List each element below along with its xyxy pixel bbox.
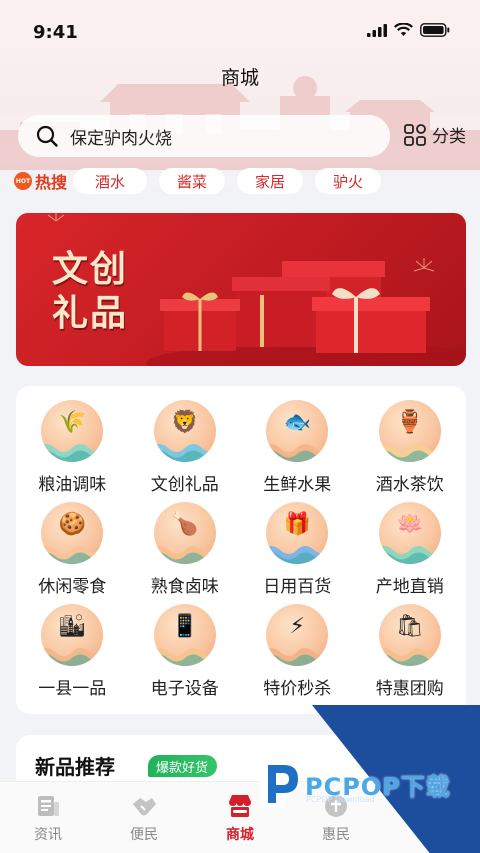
battery-icon bbox=[420, 23, 450, 37]
search-icon bbox=[36, 125, 58, 147]
fish-icon: 🐟 bbox=[266, 400, 329, 462]
phone-icon: 📱 bbox=[153, 604, 216, 666]
category-item[interactable]: 🎁 日用百货 bbox=[241, 502, 354, 604]
status-time: 9:41 bbox=[33, 22, 78, 43]
tab-label: 资讯 bbox=[34, 827, 62, 843]
hot-search-label: HOT 热搜 bbox=[14, 169, 67, 193]
status-bar: 9:41 bbox=[0, 0, 480, 64]
category-item[interactable]: 🍪 休闲零食 bbox=[16, 502, 129, 604]
category-label: 休闲零食 bbox=[38, 577, 107, 597]
wine-jar-icon: 🏺 bbox=[378, 400, 441, 462]
tab-news[interactable]: 资讯 bbox=[0, 782, 96, 853]
category-label: 特惠团购 bbox=[375, 679, 444, 699]
hot-tag-item[interactable]: 酱菜 bbox=[159, 168, 226, 194]
category-label: 酒水茶饮 bbox=[375, 475, 444, 495]
hot-fire-icon: HOT bbox=[14, 172, 32, 190]
category-item[interactable]: 🌾 粮油调味 bbox=[16, 400, 129, 502]
skyline-icon: 🏙 bbox=[41, 604, 104, 666]
gift-box-icon: 🎁 bbox=[266, 502, 329, 564]
news-icon bbox=[38, 796, 59, 816]
banner-title-line: 文创 bbox=[52, 249, 129, 290]
hot-goods-badge: 爆款好货 bbox=[148, 755, 218, 777]
grid-icon bbox=[404, 123, 426, 146]
category-item[interactable]: 📱 电子设备 bbox=[129, 604, 242, 706]
category-label: 文创礼品 bbox=[150, 475, 219, 495]
tab-label: 便民 bbox=[130, 827, 158, 843]
promo-banner[interactable]: 文创 礼品 bbox=[16, 213, 466, 366]
category-item[interactable]: ⚡ 特价秒杀 bbox=[241, 604, 354, 706]
handshake-icon bbox=[133, 798, 156, 816]
tab-convenience[interactable]: 便民 bbox=[96, 782, 192, 853]
lotus-icon: 🪷 bbox=[378, 502, 441, 564]
grain-oil-icon: 🌾 bbox=[41, 400, 104, 462]
search-placeholder: 保定驴肉火烧 bbox=[70, 128, 172, 149]
category-item[interactable]: 🪷 产地直销 bbox=[354, 502, 467, 604]
banner-title-line: 礼品 bbox=[52, 293, 129, 334]
cooked-food-icon: 🍗 bbox=[153, 502, 216, 564]
category-label: 日用百货 bbox=[263, 577, 332, 597]
category-item[interactable]: 🏙 一县一品 bbox=[16, 604, 129, 706]
hot-tag-item[interactable]: 酒水 bbox=[73, 168, 148, 194]
hot-tag-item[interactable]: 驴火 bbox=[315, 168, 382, 194]
category-item[interactable]: 🏺 酒水茶饮 bbox=[354, 400, 467, 502]
lion-gift-icon: 🦁 bbox=[153, 400, 216, 462]
category-label: 生鲜水果 bbox=[263, 475, 332, 495]
snack-icon: 🍪 bbox=[41, 502, 104, 564]
status-icons bbox=[367, 23, 450, 37]
category-label: 熟食卤味 bbox=[150, 577, 219, 597]
category-label: 电子设备 bbox=[150, 679, 219, 699]
category-item[interactable]: 🛍 特惠团购 bbox=[354, 604, 467, 706]
pcpop-logo-icon bbox=[260, 759, 298, 807]
category-grid-card: 🌾 粮油调味 🦁 文创礼品 🐟 生鲜水果 🏺 酒水茶饮 🍪 休闲零食 🍗 熟食卤味 🎁 日用百货 🪷 产地直销… bbox=[16, 386, 466, 714]
category-grid: 🌾 粮油调味 🦁 文创礼品 🐟 生鲜水果 🏺 酒水茶饮 🍪 休闲零食 🍗 熟食卤味 🎁 日用百货 🪷 产地直销… bbox=[16, 400, 466, 706]
lightning-icon: ⚡ bbox=[266, 604, 329, 666]
category-item[interactable]: 🐟 生鲜水果 bbox=[241, 400, 354, 502]
new-products-title: 新品推荐 bbox=[35, 755, 115, 779]
category-label: 产地直销 bbox=[375, 577, 444, 597]
category-label: 一县一品 bbox=[38, 679, 107, 699]
category-label: 粮油调味 bbox=[38, 475, 107, 495]
category-label: 特价秒杀 bbox=[263, 679, 332, 699]
category-item[interactable]: 🍗 熟食卤味 bbox=[129, 502, 242, 604]
page-title: 商城 bbox=[220, 67, 259, 89]
watermark: PCPOP下载 PCPOP Download bbox=[250, 705, 480, 853]
watermark-subtitle: PCPOP Download bbox=[306, 795, 375, 804]
category-button[interactable]: 分类 bbox=[404, 122, 466, 147]
hot-search-row: HOT 热搜 酒水 酱菜 家居 驴火 bbox=[14, 167, 393, 195]
hot-search-title: 热搜 bbox=[35, 173, 68, 192]
signal-icon bbox=[367, 23, 387, 37]
category-item[interactable]: 🦁 文创礼品 bbox=[129, 400, 242, 502]
shopping-bag-icon: 🛍 bbox=[378, 604, 441, 666]
hot-tag-item[interactable]: 家居 bbox=[237, 168, 304, 194]
category-label: 分类 bbox=[432, 127, 466, 147]
wifi-icon bbox=[394, 23, 413, 36]
search-input[interactable]: 保定驴肉火烧 bbox=[18, 115, 390, 157]
banner-title: 文创 礼品 bbox=[52, 248, 128, 336]
